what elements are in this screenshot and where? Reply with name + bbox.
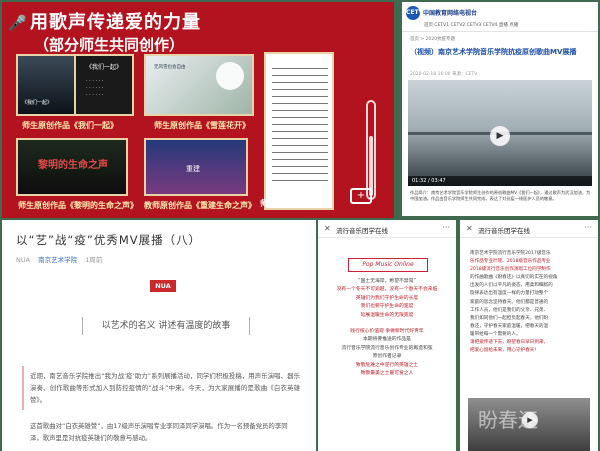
account-link[interactable]: 南京艺术学院 bbox=[38, 256, 77, 264]
cetv-news-page: CETV 中国教育网络电视台 首页 CETV1 CETV2 CETV3 CETV… bbox=[402, 2, 598, 216]
paragraph-line: 乐作品专业叶瑶、2018级音乐作品专业 bbox=[470, 259, 551, 265]
thermometer-icon bbox=[366, 100, 376, 200]
article-slogan: 以艺术的名义 讲述有温度的故事 bbox=[82, 317, 250, 335]
close-icon[interactable]: ✕ bbox=[466, 224, 473, 233]
paragraph-line: 工作人员，他们是我们的父亲、兄弟、 bbox=[470, 307, 549, 313]
phone-header: ✕ 流行音乐团学在线 ··· bbox=[460, 220, 598, 238]
sheet-music-card[interactable] bbox=[264, 52, 334, 210]
lyric-line: 没有一个冬天不可逾越，没有一个春天不会来临 bbox=[336, 287, 438, 293]
breadcrumb[interactable]: 首页 > 2020抗疫专题 bbox=[410, 36, 455, 42]
close-icon[interactable]: ✕ bbox=[324, 224, 331, 233]
lyrics-card[interactable]: 《我们一起》 · · · · · · · · · · · · · · · · · · bbox=[74, 54, 134, 116]
paragraph-line: 南京艺术学院流行音乐学院2017级音乐 bbox=[470, 251, 551, 256]
play-icon[interactable]: ▶ bbox=[522, 412, 538, 428]
video-player[interactable]: 盼春还 ▶ bbox=[468, 398, 590, 451]
lyric-line: 本期将要推送的作品是 bbox=[363, 337, 411, 343]
phone-header: ✕ 流行音乐团学在线 ··· bbox=[318, 220, 456, 238]
article-paragraph: 南京艺术学院流行音乐学院2017级音乐 乐作品专业叶瑶、2018级音乐作品专业 20… bbox=[470, 250, 588, 355]
collage-title: 用歌声传递爱的力量 bbox=[30, 12, 201, 33]
lyric-line: 延展温暖生命的无限宽度 bbox=[360, 312, 414, 318]
collage-panel: 🎤 用歌声传递爱的力量 （部分师生共同创作） 《我们一起》 《我们一起》 · ·… bbox=[2, 2, 394, 218]
lyric-line: 致敬最美之士最可爱之人 bbox=[360, 371, 414, 377]
news-meta: 2020-02-18 16:00 来源：CETV bbox=[410, 72, 478, 77]
paragraph-line: 我们如同他们一起担负起春天，他们盼 bbox=[470, 315, 549, 321]
paragraph-line: 旋律表达出有温度一样的力量打动整个 bbox=[470, 291, 549, 297]
paragraph-line: 把爱心留给未来，用心守护春天！ bbox=[470, 348, 539, 354]
article-date: 1周前 bbox=[85, 256, 103, 264]
video-card-3[interactable]: 黎明的生命之声 bbox=[16, 138, 128, 196]
lyric-line: 致敬危难之中逆行的英雄之士 bbox=[355, 362, 419, 368]
video-player[interactable]: ▶ 01:32 / 03:47 bbox=[408, 80, 592, 186]
site-name: 中国教育网络电视台 bbox=[423, 10, 478, 17]
account-name: 流行音乐团学在线 bbox=[336, 227, 388, 235]
card-caption-5: 师生《重逢日》 bbox=[260, 199, 316, 208]
paragraph-line: 2018级流行音乐创作演唱工位同学制作 bbox=[470, 267, 551, 273]
microphone-icon: 🎤 bbox=[8, 14, 27, 32]
phone-screen-a: ✕ 流行音乐团学在线 ··· Pop Music Online “国土无海岸，希… bbox=[318, 220, 456, 451]
video-card-2[interactable]: 无风雪也会自由 bbox=[144, 54, 254, 116]
lyric-line: 原创作者记录 bbox=[372, 354, 402, 360]
card-caption-2: 师生原创作品《雪莲花开》 bbox=[154, 121, 250, 130]
paragraph-line: 的作曲歌曲《盼春还》以真切的实在的视角 bbox=[470, 275, 558, 281]
lyric-line: 我们也要守护生命的宽度 bbox=[360, 304, 414, 310]
card-caption-1: 师生原创作品《我们一起》 bbox=[22, 121, 118, 130]
nua-badge: NUA bbox=[150, 280, 176, 292]
lyric-line: “国土无海岸，希望不禁渴” bbox=[358, 279, 416, 284]
lyrics-list: “国土无海岸，希望不禁渴” 没有一个冬天不可逾越，没有一个春天不会来临 英雄们为我们… bbox=[324, 278, 450, 378]
play-icon[interactable]: ▶ bbox=[490, 126, 510, 146]
video-card-4[interactable]: 重建 bbox=[144, 138, 248, 196]
card-caption-3: 师生原创作品《黎明的生命之声》 bbox=[18, 201, 138, 210]
site-header: CETV 中国教育网络电视台 首页 CETV1 CETV2 CETV3 CETV… bbox=[402, 2, 598, 32]
article-title: 以“艺”战“疫”优秀MV展播（八） bbox=[16, 233, 202, 247]
quote-bar bbox=[22, 366, 24, 410]
article-paragraph-2: 这首歌曲对“白衣英雄赞”，由17级声乐演唱专业李同泽同学演唱。作为一名预备党员的… bbox=[30, 422, 288, 442]
news-body: 作品简介：南京艺术学院音乐学院师生创作的原创歌曲MV《我们一起》，通过歌声为武汉… bbox=[410, 190, 591, 201]
more-icon[interactable]: ··· bbox=[584, 223, 592, 232]
paragraph-line: 春还，守护春天家庭温暖，把春天的温 bbox=[470, 323, 549, 329]
pop-music-logo: Pop Music Online bbox=[348, 258, 428, 272]
article-source: NUA bbox=[16, 256, 31, 264]
lyric-line: 践行核心价值观 争做新时代好青年 bbox=[350, 329, 424, 335]
paragraph-line: 暖带给每一个需要的人。 bbox=[470, 331, 521, 337]
video-controls[interactable]: 01:32 / 03:47 bbox=[408, 176, 592, 186]
article-page: 以“艺”战“疫”优秀MV展播（八） NUA 南京艺术学院 1周前 NUA 以艺术… bbox=[2, 220, 316, 451]
lyric-line: 英雄们为我们守护生命的长度 bbox=[355, 295, 419, 301]
collage-subtitle: （部分师生共同创作） bbox=[34, 36, 185, 54]
paragraph-line: 请把爱传递下去，盼望春日早日到来， bbox=[470, 340, 549, 346]
news-title: （视频）南京艺术学院音乐学院抗疫原创歌曲MV展播 bbox=[410, 48, 577, 56]
lyrics-gap bbox=[324, 320, 450, 328]
cetv-logo[interactable]: CETV bbox=[406, 6, 423, 20]
card-caption-4: 教师原创作品《重建生命之声》 bbox=[144, 201, 256, 210]
account-name: 流行音乐团学在线 bbox=[478, 227, 530, 235]
lyric-line: 流行音乐学院流行音乐创作专业的再造和弦 bbox=[341, 345, 433, 351]
article-meta: NUA 南京艺术学院 1周前 bbox=[16, 254, 102, 264]
medical-kit-icon: + bbox=[350, 188, 372, 204]
more-icon[interactable]: ··· bbox=[442, 223, 450, 232]
paragraph-line: 家庭的思念坚持春天。他们都是普通的 bbox=[470, 299, 549, 305]
site-nav[interactable]: 首页 CETV1 CETV2 CETV3 CETV4 直播 点播 bbox=[424, 22, 518, 28]
article-paragraph-1: 近期，南艺音乐学院推出“我为战‘疫’助力”系列展播活动，同学们积极投稿，用声乐演… bbox=[30, 372, 300, 404]
paragraph-line: 出发的人们以平凡的姿态，用柔和细腻的 bbox=[470, 283, 553, 289]
phone-screen-b: ✕ 流行音乐团学在线 ··· 南京艺术学院流行音乐学院2017级音乐 乐作品专业叶… bbox=[460, 220, 598, 451]
